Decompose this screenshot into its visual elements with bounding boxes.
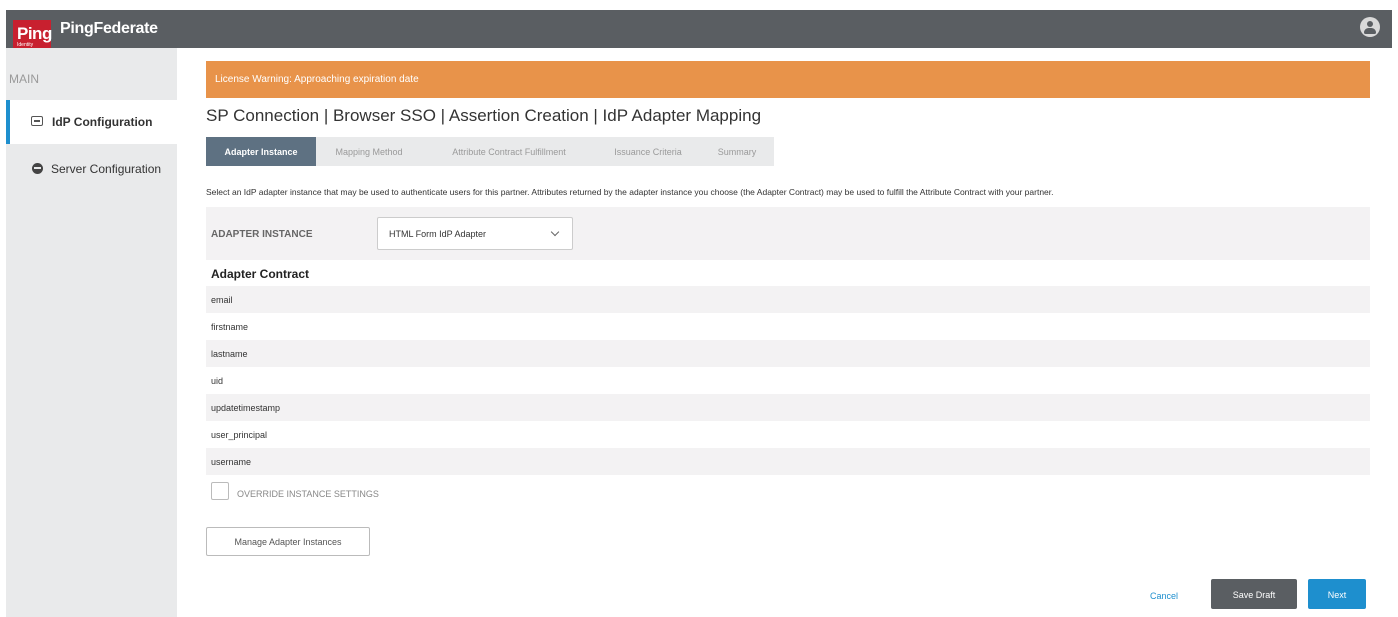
adapter-instance-row: ADAPTER INSTANCE HTML Form IdP Adapter	[206, 207, 1370, 260]
page-description: Select an IdP adapter instance that may …	[206, 187, 1054, 197]
page-title: SP Connection | Browser SSO | Assertion …	[206, 106, 762, 125]
override-checkbox[interactable]	[211, 482, 229, 500]
manage-adapter-instances-button[interactable]: Manage Adapter Instances	[206, 527, 370, 556]
chevron-down-icon	[550, 227, 560, 237]
list-item: firstname	[206, 313, 1370, 340]
tab-summary[interactable]: Summary	[700, 137, 774, 166]
adapter-instance-select[interactable]: HTML Form IdP Adapter	[377, 217, 573, 250]
tab-adapter-instance[interactable]: Adapter Instance	[206, 137, 316, 166]
save-draft-button[interactable]: Save Draft	[1211, 579, 1297, 609]
ping-logo: Ping Identity	[13, 20, 52, 49]
list-item: username	[206, 448, 1370, 475]
tab-issuance-criteria[interactable]: Issuance Criteria	[596, 137, 700, 166]
list-item: updatetimestamp	[206, 394, 1370, 421]
override-label: OVERRIDE INSTANCE SETTINGS	[237, 489, 379, 499]
wizard-tabs: Adapter Instance Mapping Method Attribut…	[206, 137, 774, 166]
tab-mapping-method[interactable]: Mapping Method	[316, 137, 422, 166]
top-bar: Ping Identity PingFederate	[6, 10, 1392, 49]
user-avatar-icon[interactable]	[1360, 17, 1380, 37]
adapter-contract-list: email firstname lastname uid updatetimes…	[206, 286, 1370, 475]
adapter-instance-label: ADAPTER INSTANCE	[211, 229, 313, 240]
sidebar-section-label: MAIN	[9, 72, 39, 86]
sidebar-item-label: Server Configuration	[51, 162, 162, 176]
license-warning-banner: License Warning: Approaching expiration …	[206, 61, 1370, 98]
list-item: uid	[206, 367, 1370, 394]
sidebar-item-idp-configuration[interactable]: IdP Configuration	[6, 100, 185, 144]
product-name: PingFederate	[60, 20, 158, 37]
adapter-contract-title: Adapter Contract	[211, 267, 310, 281]
adapter-instance-value: HTML Form IdP Adapter	[389, 229, 487, 239]
idp-card-icon	[31, 116, 43, 126]
cancel-link[interactable]: Cancel	[1150, 591, 1178, 601]
sidebar: MAIN IdP Configuration Server Configurat…	[6, 48, 185, 617]
sidebar-item-server-configuration[interactable]: Server Configuration	[6, 160, 177, 184]
list-item: email	[206, 286, 1370, 313]
next-button[interactable]: Next	[1308, 579, 1366, 609]
list-item: user_principal	[206, 421, 1370, 448]
logo-text: Ping	[17, 24, 52, 43]
server-icon	[32, 163, 43, 174]
tab-attribute-contract-fulfillment[interactable]: Attribute Contract Fulfillment	[422, 137, 596, 166]
sidebar-item-label: IdP Configuration	[52, 115, 153, 129]
list-item: lastname	[206, 340, 1370, 367]
